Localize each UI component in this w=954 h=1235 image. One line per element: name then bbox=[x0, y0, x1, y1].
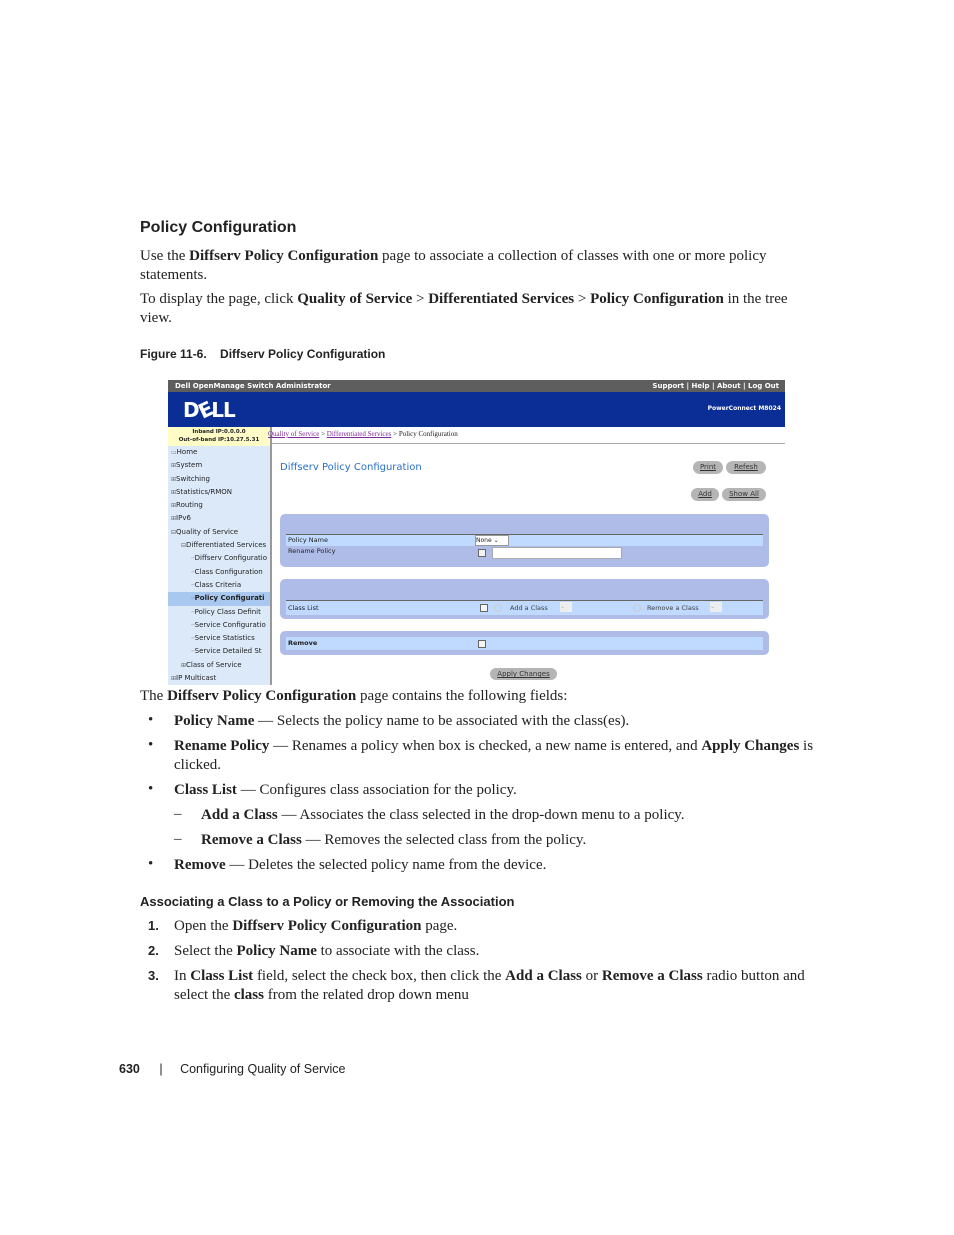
navigation-paragraph: To display the page, click Quality of Se… bbox=[140, 291, 788, 326]
apply-changes-button[interactable]: Apply Changes bbox=[490, 668, 557, 680]
remove-class-radio[interactable] bbox=[633, 604, 641, 612]
rename-input[interactable] bbox=[492, 547, 622, 559]
policy-name-row: Policy Name None ⌄ bbox=[286, 534, 763, 546]
title-bar: Dell OpenManage Switch Administrator Sup… bbox=[168, 380, 785, 392]
document-page: Policy Configuration Use the Diffserv Po… bbox=[0, 0, 954, 1235]
add-class-select[interactable]: ⌄ bbox=[560, 602, 572, 612]
section-heading: Policy Configuration bbox=[140, 219, 297, 236]
support-link[interactable]: Support bbox=[652, 382, 684, 390]
page-footer: 630 | Configuring Quality of Service bbox=[119, 1062, 346, 1076]
figure-caption: Figure 11-6. Diffserv Policy Configurati… bbox=[140, 347, 386, 361]
tree-item-label: System bbox=[176, 461, 203, 470]
breadcrumb: Quality of Service > Differentiated Serv… bbox=[268, 430, 458, 438]
breadcrumb-qos[interactable]: Quality of Service bbox=[268, 430, 319, 438]
tree-item[interactable]: ┈Service Statistics bbox=[168, 632, 270, 645]
policy-panel: Policy Name None ⌄ Rename Policy bbox=[280, 514, 769, 567]
remove-class-select[interactable]: ⌄ bbox=[710, 602, 722, 612]
tree-item-label: Differentiated Services bbox=[186, 541, 267, 550]
app-title: Dell OpenManage Switch Administrator bbox=[175, 382, 331, 390]
dell-logo: DELL bbox=[183, 396, 236, 424]
breadcrumb-current: Policy Configuration bbox=[398, 430, 458, 438]
tree-item[interactable]: ┈Diffserv Configuratio bbox=[168, 552, 270, 565]
step-1: Open the Diffserv Policy Configuration p… bbox=[174, 918, 458, 934]
tree-item-label: Class Configuration bbox=[194, 567, 263, 576]
tree-item[interactable]: ⊞IP Multicast bbox=[168, 672, 270, 685]
print-button[interactable]: Print bbox=[693, 461, 723, 474]
field-class-list: Class List — Configures class associatio… bbox=[174, 782, 517, 798]
tree-item[interactable]: ⊞System bbox=[168, 459, 270, 472]
field-rename-policy: Rename Policy — Renames a policy when bo… bbox=[174, 738, 814, 773]
tree-item-label: Switching bbox=[176, 474, 210, 483]
tree-item[interactable]: ┈Service Detailed St bbox=[168, 645, 270, 658]
tree-item[interactable]: ⊞Class of Service bbox=[168, 659, 270, 672]
top-links: Support | Help | About | Log Out bbox=[652, 382, 779, 390]
footer-section: Configuring Quality of Service bbox=[180, 1062, 346, 1076]
remove-checkbox[interactable] bbox=[478, 640, 486, 648]
model-name: PowerConnect M8024 bbox=[707, 405, 781, 412]
tree-item[interactable]: ⊞Switching bbox=[168, 473, 270, 486]
tree-item[interactable]: ┈Service Configuratio bbox=[168, 619, 270, 632]
banner: DELL PowerConnect M8024 bbox=[168, 392, 785, 427]
tree-item-label: Class Criteria bbox=[194, 580, 242, 589]
rename-checkbox[interactable] bbox=[478, 549, 486, 557]
intro-paragraph: Use the Diffserv Policy Configuration pa… bbox=[140, 248, 767, 283]
tree-item[interactable]: ⊞Statistics/RMON bbox=[168, 486, 270, 499]
class-list-panel: Class List Add a Class ⌄ Remove a Class … bbox=[280, 579, 769, 619]
field-remove: Remove — Deletes the selected policy nam… bbox=[174, 857, 547, 873]
tree-item[interactable]: ┈Policy Configurati bbox=[168, 592, 270, 606]
step-2: Select the Policy Name to associate with… bbox=[174, 943, 480, 959]
tree-item-label: Diffserv Configuratio bbox=[194, 554, 268, 563]
ip-info: Inband IP:0.0.0.0 Out-of-band IP:10.27.5.… bbox=[168, 427, 270, 446]
tree-item-label: IP Multicast bbox=[176, 674, 217, 683]
add-button[interactable]: Add bbox=[691, 488, 719, 501]
add-class-radio[interactable] bbox=[494, 604, 502, 612]
tree-item[interactable]: ▭Home bbox=[168, 446, 270, 459]
tree-item-label: Policy Configurati bbox=[194, 594, 265, 603]
refresh-button[interactable]: Refesh bbox=[726, 461, 766, 474]
tree-item[interactable]: ┈Class Criteria bbox=[168, 579, 270, 592]
tree-item-label: Service Detailed St bbox=[194, 647, 262, 656]
subheading: Associating a Class to a Policy or Remov… bbox=[140, 894, 515, 909]
show-all-button[interactable]: Show All bbox=[722, 488, 766, 501]
tree-item[interactable]: ⊟Quality of Service bbox=[168, 526, 270, 539]
remove-panel: Remove bbox=[280, 631, 769, 655]
tree-item-label: Policy Class Definit bbox=[194, 607, 261, 616]
page-number: 630 bbox=[119, 1062, 140, 1076]
tree-item-label: IPv6 bbox=[176, 514, 191, 523]
tree-item-label: Service Configuratio bbox=[194, 620, 266, 629]
tree-item-label: Quality of Service bbox=[176, 527, 239, 536]
tree-item[interactable]: ┈Policy Class Definit bbox=[168, 606, 270, 619]
tree-item[interactable]: ⊞Routing bbox=[168, 499, 270, 512]
about-link[interactable]: About bbox=[717, 382, 741, 390]
tree-item[interactable]: ⊟Differentiated Services bbox=[168, 539, 270, 552]
tree-item-label: Statistics/RMON bbox=[176, 487, 233, 496]
fields-intro: The Diffserv Policy Configuration page c… bbox=[140, 688, 568, 704]
tree-item-label: Home bbox=[176, 448, 198, 456]
help-link[interactable]: Help bbox=[692, 382, 710, 390]
page-title: Diffserv Policy Configuration bbox=[280, 462, 422, 473]
logout-link[interactable]: Log Out bbox=[748, 382, 779, 390]
field-add-class: Add a Class — Associates the class selec… bbox=[201, 807, 685, 823]
step-3: In Class List field, select the check bo… bbox=[174, 968, 805, 1003]
field-remove-class: Remove a Class — Removes the selected cl… bbox=[201, 832, 587, 848]
tree-item-label: Class of Service bbox=[186, 660, 242, 669]
tree-item[interactable]: ┈Class Configuration bbox=[168, 566, 270, 579]
tree-item[interactable]: ⊞IPv6 bbox=[168, 512, 270, 525]
tree-item-label: Service Statistics bbox=[194, 634, 255, 643]
field-policy-name: Policy Name — Selects the policy name to… bbox=[174, 713, 630, 729]
figure-screenshot: Dell OpenManage Switch Administrator Sup… bbox=[168, 380, 785, 685]
rename-policy-row: Rename Policy bbox=[286, 547, 763, 559]
sidebar-tree: Inband IP:0.0.0.0 Out-of-band IP:10.27.5.… bbox=[168, 427, 272, 685]
breadcrumb-diffserv[interactable]: Differentiated Services bbox=[327, 430, 392, 438]
tree-view: ▭Home ⊞System ⊞Switching ⊞Statistics/RMON ⊞R… bbox=[168, 446, 270, 685]
policy-name-select[interactable]: None ⌄ bbox=[475, 535, 509, 546]
tree-item-label: Routing bbox=[176, 501, 203, 510]
class-list-checkbox[interactable] bbox=[480, 604, 488, 612]
